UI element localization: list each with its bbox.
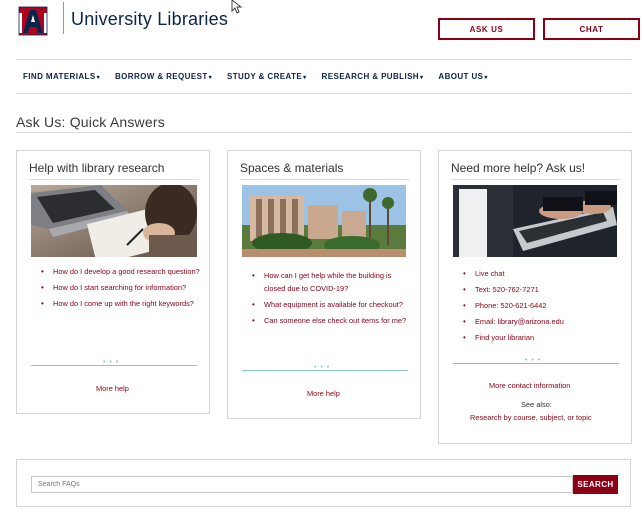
ask-us-button[interactable]: ASK US bbox=[438, 18, 535, 40]
card-title-divider bbox=[29, 179, 199, 180]
nav-item-label: BORROW & REQUEST bbox=[114, 72, 208, 81]
nav-item-about-us[interactable]: ABOUT US▾ bbox=[438, 72, 487, 81]
chevron-down-icon: ▾ bbox=[96, 75, 100, 81]
card-title: Need more help? Ask us! bbox=[451, 161, 586, 175]
text-contact-link[interactable]: Text: 520-762-7271 bbox=[463, 283, 623, 296]
find-librarian-link[interactable]: Find your librarian bbox=[463, 331, 623, 344]
logo-separator bbox=[63, 2, 64, 34]
email-contact-link[interactable]: Email: library@arizona.edu bbox=[463, 315, 623, 328]
phone-contact-link[interactable]: Phone: 520-621-6442 bbox=[463, 299, 623, 312]
search-faqs-input[interactable] bbox=[31, 476, 573, 493]
list-item[interactable]: How do I develop a good research questio… bbox=[41, 265, 201, 278]
card-title-divider bbox=[451, 179, 621, 180]
spaces-faq-list: How can I get help while the building is… bbox=[252, 269, 412, 330]
university-logo-icon[interactable] bbox=[16, 4, 50, 36]
chat-button[interactable]: CHAT bbox=[543, 18, 640, 40]
divider-dots: • • • bbox=[103, 359, 120, 366]
live-chat-link[interactable]: Live chat bbox=[463, 267, 623, 280]
chevron-down-icon: ▾ bbox=[419, 75, 424, 81]
nav-item-research-publish[interactable]: RESEARCH & PUBLISH▾ bbox=[322, 72, 424, 81]
contact-options-list: Live chat Text: 520-762-7271 Phone: 520-… bbox=[463, 267, 623, 347]
card-title: Spaces & materials bbox=[240, 161, 344, 175]
nav-item-label: FIND MATERIALS bbox=[23, 72, 96, 81]
card-spaces-materials: Spaces & materials How can I get help wh… bbox=[227, 150, 421, 419]
nav-item-label: ABOUT US bbox=[438, 72, 484, 81]
list-item[interactable]: Can someone else check out items for me? bbox=[252, 314, 412, 327]
laptop-photo bbox=[453, 185, 617, 257]
site-title[interactable]: University Libraries bbox=[71, 9, 228, 30]
chevron-down-icon: ▾ bbox=[303, 75, 307, 81]
card-title: Help with library research bbox=[29, 161, 165, 175]
chevron-down-icon: ▾ bbox=[208, 75, 213, 81]
nav-item-study-create[interactable]: STUDY & CREATE▾ bbox=[227, 72, 307, 81]
research-by-course-link[interactable]: Research by course, subject, or topic bbox=[470, 413, 592, 422]
research-photo bbox=[31, 185, 197, 257]
list-item[interactable]: How do I start searching for information… bbox=[41, 281, 201, 294]
chevron-down-icon: ▾ bbox=[484, 75, 488, 81]
research-faq-list: How do I develop a good research questio… bbox=[41, 265, 201, 313]
search-button[interactable]: SEARCH bbox=[573, 475, 618, 494]
see-also-label: See also: bbox=[521, 400, 552, 409]
mouse-cursor-icon bbox=[231, 0, 243, 14]
faq-search-panel: SEARCH bbox=[16, 459, 631, 507]
card-title-divider bbox=[240, 179, 410, 180]
divider-dots: • • • bbox=[314, 364, 331, 371]
nav-item-borrow-request[interactable]: BORROW & REQUEST▾ bbox=[115, 72, 212, 81]
card-library-research: Help with library research How do I deve… bbox=[16, 150, 210, 414]
site-header: University Libraries ASK US CHAT bbox=[0, 0, 644, 55]
divider-dots: • • • bbox=[525, 357, 542, 364]
more-contact-info-link[interactable]: More contact information bbox=[489, 381, 570, 390]
nav-item-label: RESEARCH & PUBLISH bbox=[321, 72, 419, 81]
page-title: Ask Us: Quick Answers bbox=[16, 114, 165, 130]
campus-building-photo bbox=[242, 185, 406, 257]
more-help-link[interactable]: More help bbox=[96, 384, 129, 393]
main-nav: FIND MATERIALS▾ BORROW & REQUEST▾ STUDY … bbox=[16, 60, 631, 93]
more-help-link[interactable]: More help bbox=[307, 389, 340, 398]
page-title-divider bbox=[16, 132, 631, 133]
nav-bottom-divider bbox=[16, 93, 631, 94]
nav-item-label: STUDY & CREATE bbox=[227, 72, 303, 81]
list-item[interactable]: How can I get help while the building is… bbox=[252, 269, 412, 295]
nav-item-find-materials[interactable]: FIND MATERIALS▾ bbox=[23, 72, 100, 81]
card-ask-us: Need more help? Ask us! Live chat Text: … bbox=[438, 150, 632, 444]
list-item[interactable]: What equipment is available for checkout… bbox=[252, 298, 412, 311]
list-item[interactable]: How do I come up with the right keywords… bbox=[41, 297, 201, 310]
